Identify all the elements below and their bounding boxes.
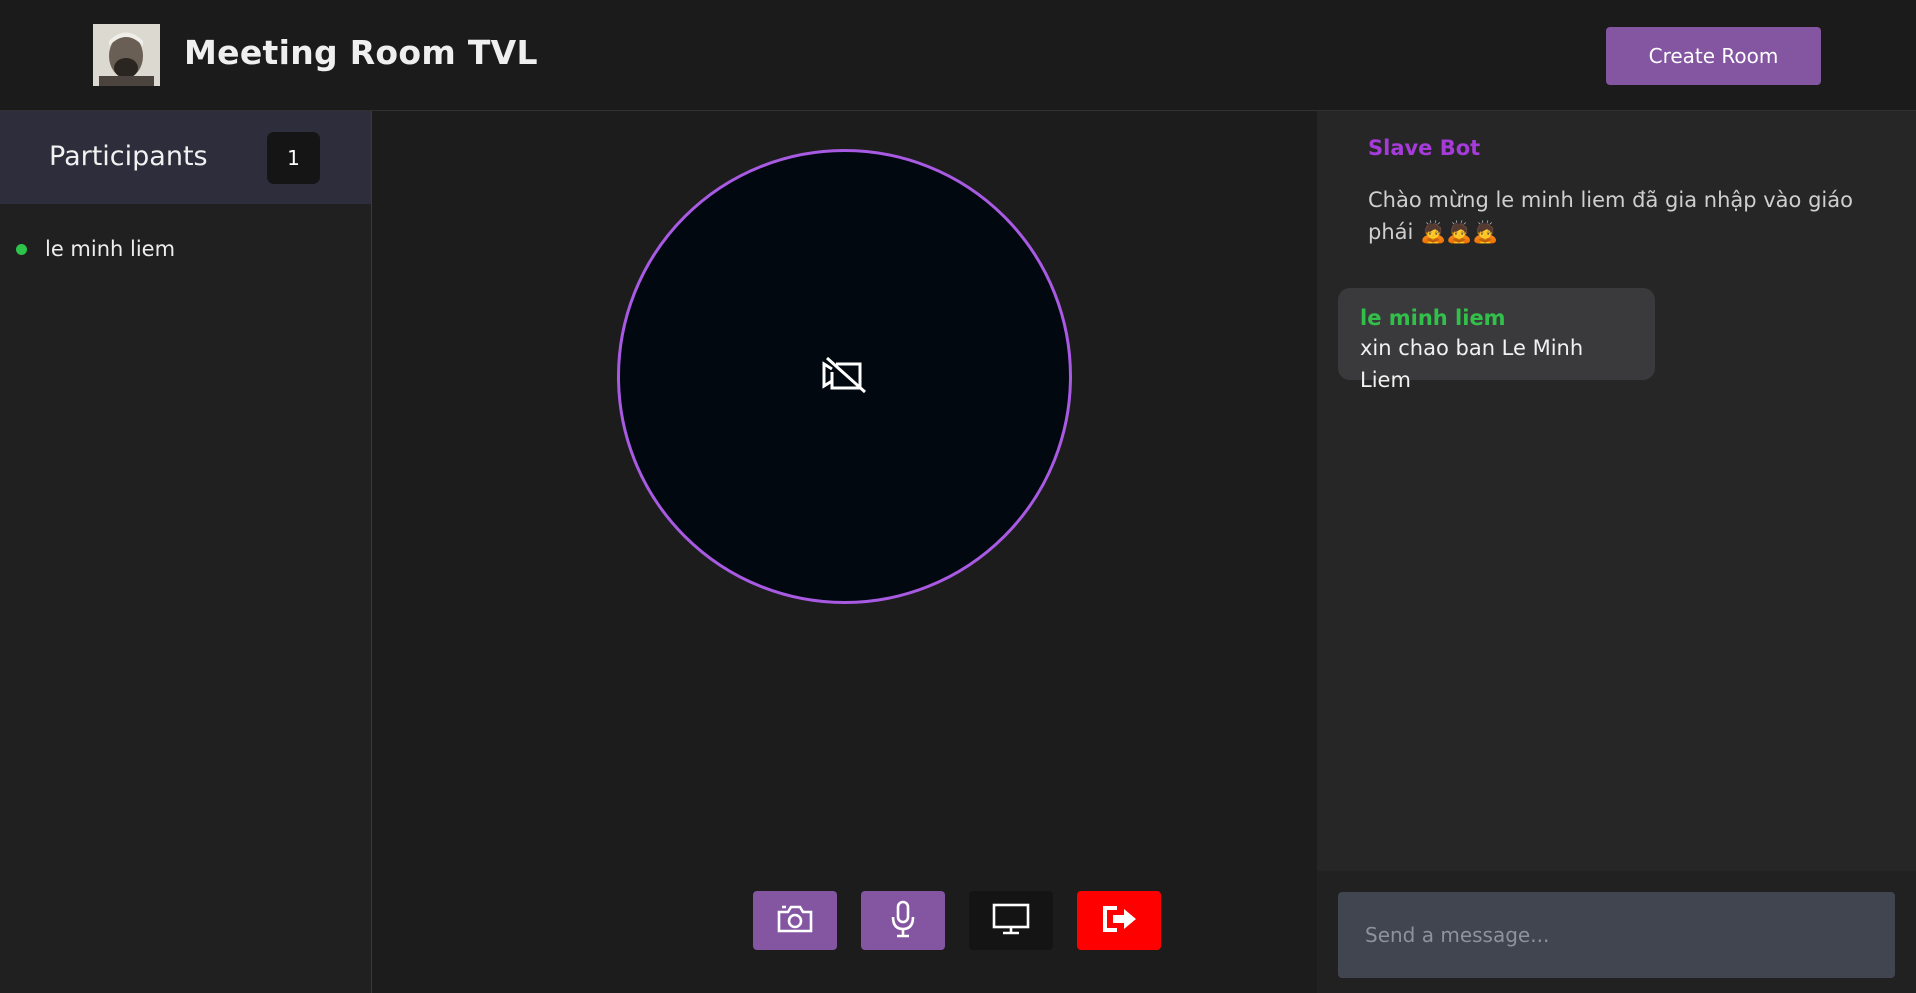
participant-name: le minh liem [45,237,176,261]
app-title: Meeting Room TVL [184,33,538,72]
participants-header: Participants 1 [0,111,371,204]
chat-message-text: xin chao ban Le Minh Liem [1360,336,1584,392]
leave-call-button[interactable] [1077,891,1161,950]
leave-icon [1099,902,1139,940]
camera-toggle-button[interactable] [753,891,837,950]
call-controls [753,891,1161,950]
chat-panel: Slave Bot Chào mừng le minh liem đã gia … [1317,111,1916,993]
microphone-icon [890,900,916,942]
chat-message-sender: Slave Bot [1368,136,1481,160]
create-room-button[interactable]: Create Room [1606,27,1821,85]
participants-count-badge: 1 [267,132,320,184]
top-header: Meeting Room TVL Create Room [0,0,1916,111]
monitor-icon [991,902,1031,940]
chat-message-input[interactable] [1338,892,1895,978]
video-off-icon [821,356,869,398]
participant-item[interactable]: le minh liem [16,237,175,261]
online-status-dot [16,243,27,255]
chat-message-text: Chào mừng le minh liem đã gia nhập vào g… [1368,188,1853,244]
participants-sidebar: Participants 1 le minh liem [0,111,372,993]
chat-input-area [1317,871,1916,993]
video-stage [373,111,1316,993]
participants-title: Participants [49,141,208,172]
chat-message-bubble: le minh liem xin chao ban Le Minh Liem [1338,288,1655,392]
room-avatar [93,24,160,86]
screen-share-button[interactable] [969,891,1053,950]
camera-icon [776,904,814,938]
chat-message-sender: le minh liem [1360,306,1506,330]
microphone-toggle-button[interactable] [861,891,945,950]
participant-video-tile [617,149,1072,604]
meeting-app: Meeting Room TVL Create Room Participant… [0,0,1916,993]
